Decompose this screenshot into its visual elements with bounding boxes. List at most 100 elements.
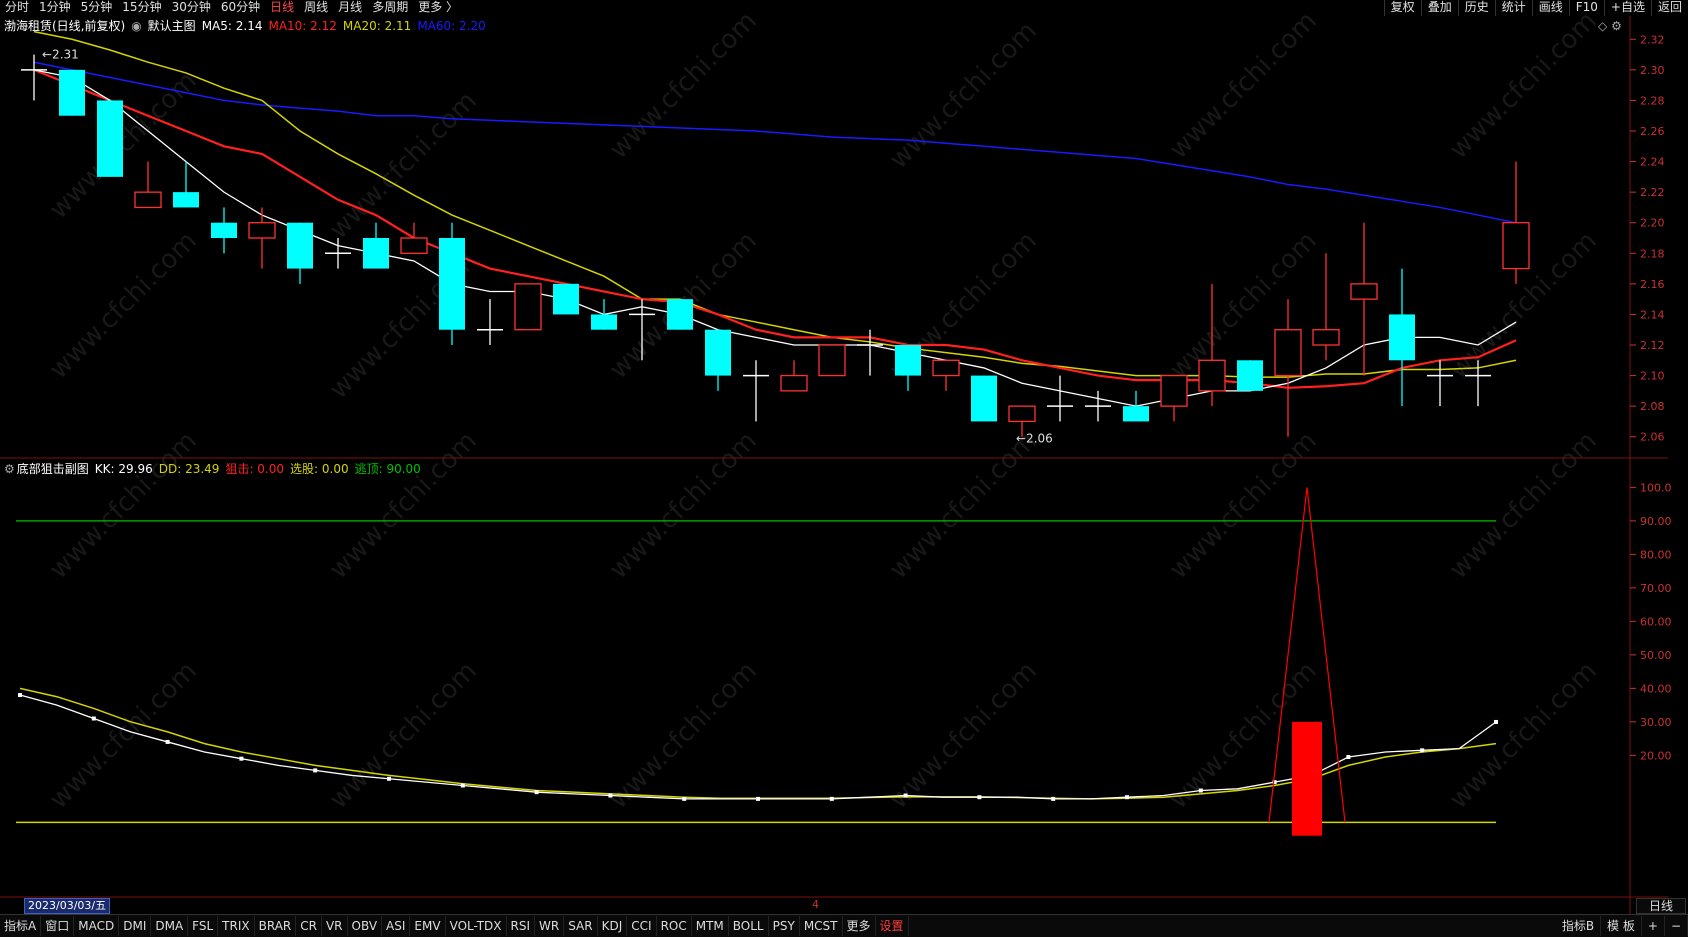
period-tab-5[interactable]: 60分钟 xyxy=(216,0,265,16)
indicator-tab-5[interactable]: FSL xyxy=(188,916,219,936)
indicator-tab-16[interactable]: SAR xyxy=(564,916,598,936)
indicator-tab-15[interactable]: WR xyxy=(535,916,565,936)
dd-label: DD: 23.49 xyxy=(158,461,220,476)
tool-button-3[interactable]: 统计 xyxy=(1494,0,1532,16)
period-tab-2[interactable]: 5分钟 xyxy=(76,0,118,16)
candle-body-2 xyxy=(97,100,123,177)
indicator-toggle-icon[interactable]: ◉ xyxy=(131,19,141,33)
indicator-tab-24[interactable]: 更多 xyxy=(843,916,876,936)
candle-30 xyxy=(1160,374,1188,422)
tool-button-5[interactable]: F10 xyxy=(1568,0,1604,16)
watermark-23: www.cfchi.com xyxy=(1444,656,1603,815)
indicator-tab-12[interactable]: EMV xyxy=(410,916,446,936)
kk-point-38 xyxy=(1420,748,1425,753)
tool-button-1[interactable]: 叠加 xyxy=(1420,0,1458,16)
candle-11 xyxy=(439,222,465,345)
period-tab-7[interactable]: 周线 xyxy=(299,0,333,16)
indicator-right-2[interactable]: + xyxy=(1642,916,1665,936)
indicator-tab-21[interactable]: BOLL xyxy=(729,916,769,936)
candle-12 xyxy=(477,299,503,345)
sub-tick-label-0: 20.00 xyxy=(1640,749,1672,762)
tool-button-2[interactable]: 历史 xyxy=(1457,0,1495,16)
period-tab-8[interactable]: 月线 xyxy=(333,0,367,16)
candle-8 xyxy=(325,238,351,269)
indicator-tab-0[interactable]: 指标A xyxy=(0,916,42,936)
indicator-tab-4[interactable]: DMA xyxy=(151,916,189,936)
candle-body-25 xyxy=(971,375,997,422)
indicator-tab-23[interactable]: MCST xyxy=(800,916,843,936)
candle-18 xyxy=(705,329,731,391)
settings-gear-icon[interactable]: ⚙ xyxy=(1611,19,1622,33)
indicator-tab-9[interactable]: VR xyxy=(322,916,348,936)
diamond-icon[interactable]: ◇ xyxy=(1598,19,1607,33)
main-indicator-name[interactable]: 默认主图 xyxy=(148,17,196,34)
indicator-tab-8[interactable]: CR xyxy=(296,916,322,936)
stock-title: 渤海租赁(日线,前复权) xyxy=(4,19,126,33)
candle-28 xyxy=(1085,390,1111,422)
sub-indicator-gear-icon[interactable]: ⚙ xyxy=(0,462,15,476)
watermark-20: www.cfchi.com xyxy=(604,656,763,815)
indicator-tab-6[interactable]: TRIX xyxy=(218,916,255,936)
main-tick-label-12: 2.30 xyxy=(1640,64,1665,77)
high-price-label: ←2.31 xyxy=(42,48,79,62)
indicator-tab-11[interactable]: ASI xyxy=(382,916,411,936)
indicator-tab-10[interactable]: OBV xyxy=(348,916,383,936)
candle-2 xyxy=(97,100,123,177)
candle-body-17 xyxy=(667,299,693,330)
candle-0 xyxy=(21,54,47,101)
indicator-tab-25[interactable]: 设置 xyxy=(876,916,909,936)
kk-point-2 xyxy=(91,716,96,721)
sub-indicator-name[interactable]: 底部狙击副图 xyxy=(17,460,89,477)
indicator-tab-18[interactable]: CCI xyxy=(627,916,657,936)
main-tick-label-2: 2.10 xyxy=(1640,370,1665,383)
indicator-tab-13[interactable]: VOL-TDX xyxy=(446,916,507,936)
period-tab-0[interactable]: 分时 xyxy=(0,0,34,16)
period-toolbar: 分时 1分钟 5分钟 15分钟 30分钟 60分钟 日线 周线 月线 多周期 更多 〉 复权 叠加 历史… xyxy=(0,0,1688,16)
sub-tick-label-7: 90.00 xyxy=(1640,515,1672,528)
candle-body-5 xyxy=(211,222,237,238)
indicator-tab-2[interactable]: MACD xyxy=(74,916,120,936)
indicator-right-1[interactable]: 模 板 xyxy=(1601,916,1642,936)
period-tab-3[interactable]: 15分钟 xyxy=(117,0,166,16)
indicator-tab-1[interactable]: 窗口 xyxy=(41,916,75,936)
candle-body-34 xyxy=(1312,329,1340,346)
ma20-polyline xyxy=(33,30,1517,378)
candle-21 xyxy=(818,344,846,377)
period-tab-1[interactable]: 1分钟 xyxy=(34,0,76,16)
indicator-tab-17[interactable]: KDJ xyxy=(598,916,628,936)
candle-body-26 xyxy=(1008,405,1036,423)
indicator-tab-22[interactable]: PSY xyxy=(769,916,800,936)
period-tab-10[interactable]: 更多 〉 xyxy=(413,0,463,16)
tool-button-7[interactable]: 返回 xyxy=(1650,0,1688,16)
indicator-tab-19[interactable]: ROC xyxy=(657,916,692,936)
candle-36 xyxy=(1389,268,1415,407)
candle-33 xyxy=(1274,299,1302,437)
kk-point-24 xyxy=(903,793,908,798)
tool-button-6[interactable]: +自选 xyxy=(1603,0,1651,16)
period-indicator[interactable]: 日线 xyxy=(1636,898,1686,914)
watermark-8: www.cfchi.com xyxy=(604,426,763,585)
candle-body-23 xyxy=(895,345,921,376)
candle-17 xyxy=(667,299,693,330)
indicator-tab-7[interactable]: BRAR xyxy=(255,916,297,936)
main-tick-label-13: 2.32 xyxy=(1640,33,1665,46)
period-tab-6[interactable]: 日线 xyxy=(265,0,299,16)
watermarks: www.cfchi.com www.cfchi.com www.cfchi.com w… xyxy=(44,6,1603,815)
indicator-right-3[interactable]: − xyxy=(1665,916,1688,936)
indicator-bar: 指标A 窗口 MACD DMI DMA FSL TRIX BRAR CR VR OBV ASI EMV V… xyxy=(0,914,1688,937)
tool-button-0[interactable]: 复权 xyxy=(1383,0,1421,16)
watermark-17: www.cfchi.com xyxy=(1444,226,1603,385)
watermark-5: www.cfchi.com xyxy=(1444,6,1603,165)
period-tab-9[interactable]: 多周期 xyxy=(367,0,413,16)
ma20-label: MA20: 2.11 xyxy=(342,18,412,33)
indicator-tab-20[interactable]: MTM xyxy=(692,916,729,936)
indicator-tab-14[interactable]: RSI xyxy=(507,916,536,936)
watermark-0: www.cfchi.com xyxy=(44,66,203,225)
indicator-tab-3[interactable]: DMI xyxy=(119,916,152,936)
tool-button-4[interactable]: 画线 xyxy=(1531,0,1569,16)
kk-point-6 xyxy=(239,756,244,761)
main-info-line: 渤海租赁(日线,前复权) ◉ 默认主图 MA5: 2.14 MA10: 2.12… xyxy=(0,17,492,34)
indicator-right-0[interactable]: 指标B xyxy=(1556,916,1602,936)
sub-tick-label-1: 30.00 xyxy=(1640,716,1672,729)
period-tab-4[interactable]: 30分钟 xyxy=(167,0,216,16)
